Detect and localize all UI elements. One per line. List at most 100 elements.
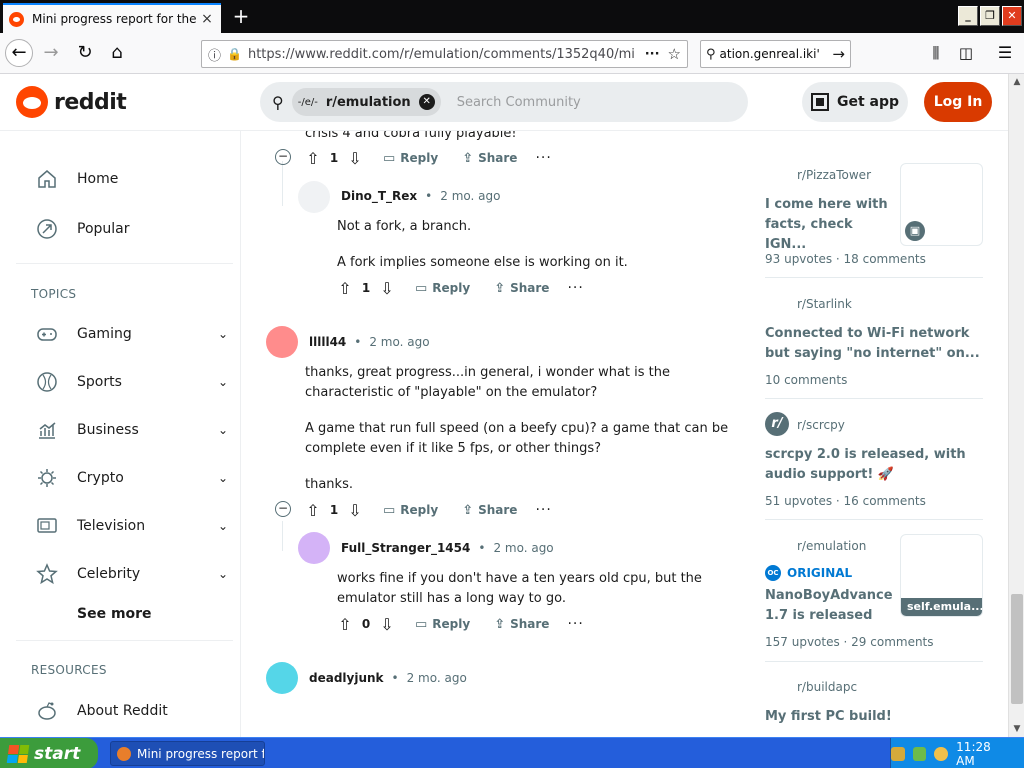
tab-close-icon[interactable]: × — [199, 11, 215, 27]
browser-search-bar[interactable]: ⚲ ation.genreal.iki' → — [700, 40, 851, 68]
post-thumbnail[interactable]: ▣ — [900, 163, 983, 246]
sidebar-item-label: Celebrity — [77, 566, 141, 582]
sidebar-item-sports[interactable]: Sports ⌄ — [16, 362, 233, 402]
avatar[interactable] — [266, 662, 298, 694]
collapse-icon[interactable]: − — [275, 501, 291, 517]
reply-button[interactable]: ▭ Reply — [383, 503, 438, 518]
info-icon[interactable]: ⓘ — [208, 45, 221, 64]
post-subreddit[interactable]: r/Starlink — [797, 297, 852, 311]
share-button[interactable]: ⇪ Share — [494, 281, 549, 296]
chevron-down-icon[interactable]: ⌄ — [213, 375, 233, 389]
new-tab-button[interactable]: + — [228, 4, 254, 28]
divider — [765, 277, 983, 278]
post-title[interactable]: Connected to Wi-Fi network but saying "n… — [765, 324, 983, 364]
network-icon[interactable] — [912, 746, 927, 761]
downvote-icon[interactable]: ⇩ — [345, 501, 365, 520]
qr-code-icon — [810, 93, 829, 111]
avatar[interactable] — [298, 181, 330, 213]
reply-button[interactable]: ▭ Reply — [415, 281, 470, 296]
post-subreddit[interactable]: r/emulation — [797, 539, 866, 553]
chevron-down-icon[interactable]: ⌄ — [213, 567, 233, 581]
comment-author[interactable]: deadlyjunk — [309, 671, 384, 685]
security-shield-icon[interactable] — [891, 746, 905, 761]
bookmark-star-icon[interactable]: ☆ — [668, 45, 681, 63]
sidebar-item-about[interactable]: About Reddit — [16, 691, 233, 731]
upvote-icon[interactable]: ⇧ — [303, 501, 323, 520]
scroll-up-icon[interactable]: ▲ — [1009, 74, 1024, 90]
post-subreddit[interactable]: r/PizzaTower — [797, 168, 871, 182]
reddit-logo[interactable]: reddit — [16, 86, 127, 118]
search-text[interactable]: ation.genreal.iki' — [720, 47, 833, 61]
avatar[interactable] — [266, 326, 298, 358]
upvote-icon[interactable]: ⇧ — [303, 149, 323, 168]
minimize-button[interactable]: _ — [958, 6, 978, 26]
post-title[interactable]: NanoBoyAdvance 1.7 is released — [765, 586, 895, 626]
library-icon[interactable]: ⫼ — [922, 39, 950, 67]
post-subreddit[interactable]: r/scrcpy — [797, 418, 845, 432]
sidebar-item-business[interactable]: Business ⌄ — [16, 410, 233, 450]
more-options-icon[interactable]: ··· — [567, 280, 583, 296]
get-app-button[interactable]: Get app — [802, 82, 908, 122]
upvote-icon[interactable]: ⇧ — [335, 279, 355, 298]
sidebar-item-gaming[interactable]: Gaming ⌄ — [16, 314, 233, 354]
window-close-button[interactable]: ✕ — [1002, 6, 1022, 26]
share-button[interactable]: ⇪ Share — [462, 503, 517, 518]
sidebar-item-television[interactable]: Television ⌄ — [16, 506, 233, 546]
forward-arrow-icon[interactable]: → — [37, 39, 65, 67]
sidebar-toggle-icon[interactable]: ◫ — [952, 39, 980, 67]
search-tray-icon[interactable] — [934, 746, 949, 761]
reload-icon[interactable]: ↻ — [71, 39, 99, 67]
downvote-icon[interactable]: ⇩ — [377, 615, 397, 634]
sidebar-item-popular[interactable]: Popular — [16, 209, 233, 249]
clear-chip-icon[interactable]: ✕ — [418, 94, 435, 110]
menu-icon[interactable]: ☰ — [991, 39, 1019, 67]
vertical-scrollbar[interactable]: ▲ ▼ — [1008, 74, 1024, 737]
community-chip[interactable]: -/e/- r/emulation ✕ — [291, 88, 441, 116]
see-more-button[interactable]: See more — [77, 606, 152, 622]
search-input[interactable]: Search Community — [457, 95, 581, 110]
comment-author[interactable]: Full_Stranger_1454 — [341, 541, 470, 555]
search-go-icon[interactable]: → — [832, 45, 845, 63]
taskbar-firefox-item[interactable]: Mini progress report f... — [110, 741, 265, 766]
more-options-icon[interactable]: ··· — [567, 616, 583, 632]
url-bar[interactable]: ⓘ 🔒 https://www.reddit.com/r/emulation/c… — [201, 40, 688, 68]
sidebar-item-label: Popular — [77, 221, 130, 237]
more-options-icon[interactable]: ··· — [535, 502, 551, 518]
page-actions-icon[interactable]: ··· — [645, 47, 660, 62]
sidebar-item-celebrity[interactable]: Celebrity ⌄ — [16, 554, 233, 594]
post-title[interactable]: I come here with facts, check IGN... — [765, 195, 895, 255]
post-title[interactable]: scrcpy 2.0 is released, with audio suppo… — [765, 445, 983, 485]
scrollbar-thumb[interactable] — [1011, 594, 1023, 704]
comment-author[interactable]: lllll44 — [309, 335, 346, 349]
downvote-icon[interactable]: ⇩ — [345, 149, 365, 168]
back-arrow-icon[interactable]: ← — [5, 39, 33, 67]
downvote-icon[interactable]: ⇩ — [377, 279, 397, 298]
avatar[interactable] — [298, 532, 330, 564]
sidebar-item-home[interactable]: Home — [16, 159, 233, 199]
share-button[interactable]: ⇪ Share — [494, 617, 549, 632]
sidebar-item-crypto[interactable]: Crypto ⌄ — [16, 458, 233, 498]
collapse-icon[interactable]: − — [275, 149, 291, 165]
post-thumbnail[interactable]: self.emula... — [900, 534, 983, 617]
more-options-icon[interactable]: ··· — [535, 150, 551, 166]
reply-button[interactable]: ▭ Reply — [415, 617, 470, 632]
scroll-down-icon[interactable]: ▼ — [1009, 721, 1024, 737]
community-search[interactable]: ⚲ -/e/- r/emulation ✕ Search Community — [260, 82, 748, 122]
post-subreddit[interactable]: r/buildapc — [797, 680, 857, 694]
post-title[interactable]: My first PC build! — [765, 707, 983, 727]
chevron-down-icon[interactable]: ⌄ — [213, 327, 233, 341]
reply-button[interactable]: ▭ Reply — [383, 151, 438, 166]
share-button[interactable]: ⇪ Share — [462, 151, 517, 166]
maximize-button[interactable]: ❐ — [980, 6, 1000, 26]
post-stats: 51 upvotes · 16 comments — [765, 494, 926, 508]
browser-tab[interactable]: Mini progress report for the 0.61 × — [3, 3, 221, 33]
upvote-icon[interactable]: ⇧ — [335, 615, 355, 634]
chevron-down-icon[interactable]: ⌄ — [213, 519, 233, 533]
chevron-down-icon[interactable]: ⌄ — [213, 423, 233, 437]
start-button[interactable]: start — [0, 738, 98, 768]
comment-author[interactable]: Dino_T_Rex — [341, 189, 417, 203]
home-icon[interactable]: ⌂ — [103, 39, 131, 67]
chevron-down-icon[interactable]: ⌄ — [213, 471, 233, 485]
login-button[interactable]: Log In — [924, 82, 992, 122]
url-text[interactable]: https://www.reddit.com/r/emulation/comme… — [248, 47, 637, 62]
